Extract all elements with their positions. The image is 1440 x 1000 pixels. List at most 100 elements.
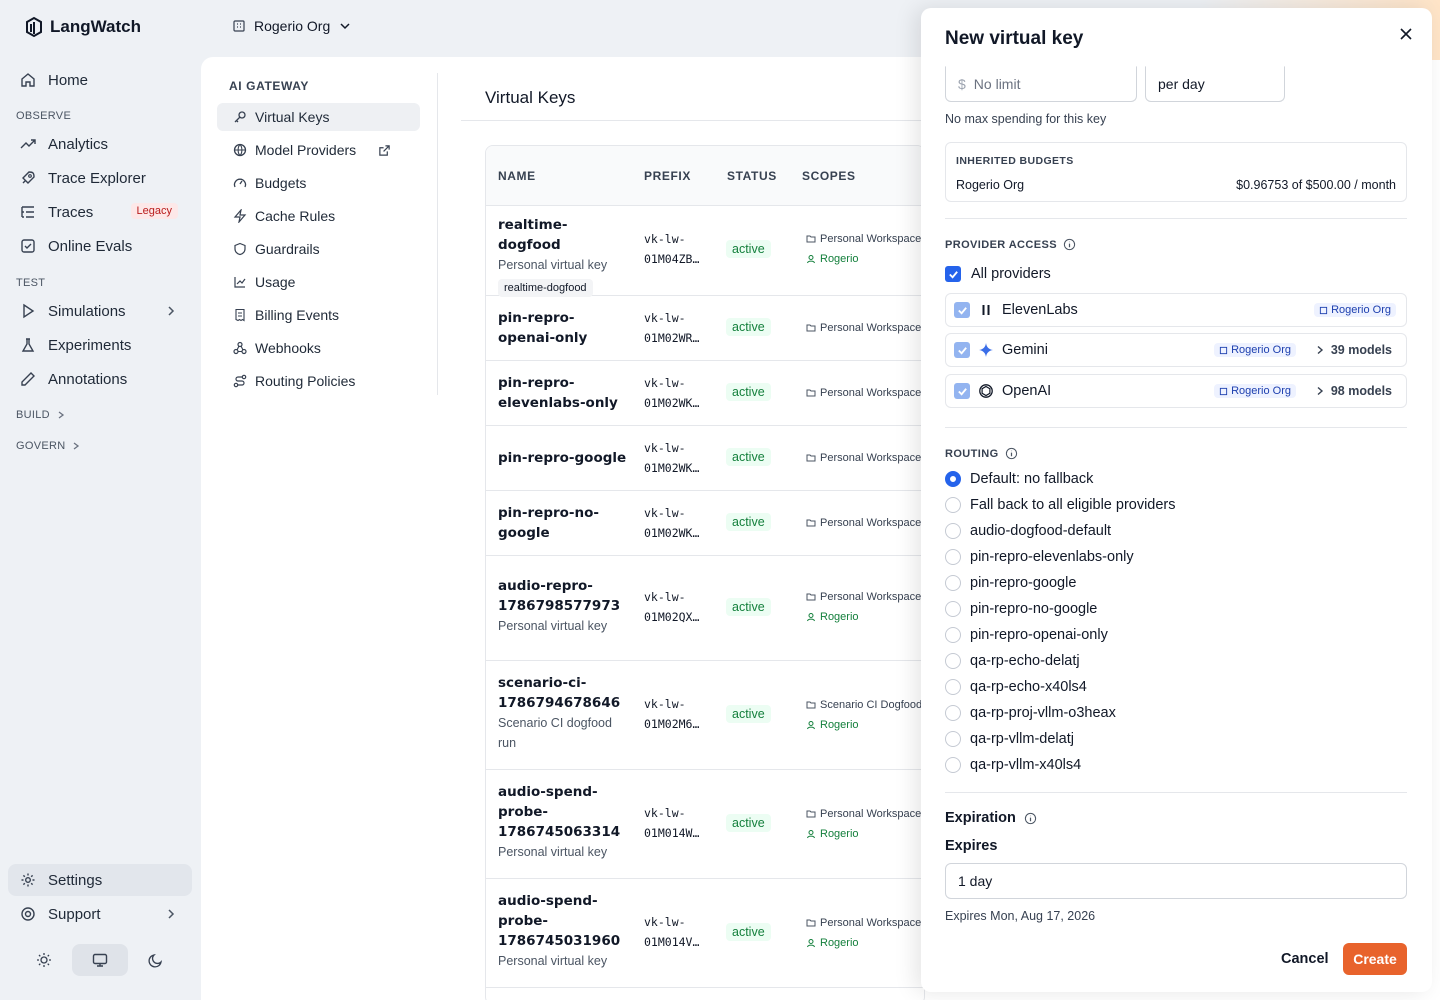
- subnav-routing-policies[interactable]: Routing Policies: [217, 367, 420, 395]
- subnav-billing-events[interactable]: Billing Events: [217, 301, 420, 329]
- close-icon[interactable]: [1398, 26, 1414, 42]
- table-row[interactable]: pin-repro-elevenlabs-only vk-lw- 01M02WK……: [486, 361, 924, 426]
- key-name: audio-spend-probe-1786745031960 Personal …: [498, 891, 628, 971]
- budget-period-select[interactable]: per day: [1145, 66, 1285, 102]
- nav-support[interactable]: Support: [8, 898, 192, 930]
- routing-option[interactable]: qa-rp-echo-delatj: [945, 653, 1080, 669]
- col-status[interactable]: STATUS: [727, 146, 777, 206]
- col-prefix[interactable]: PREFIX: [644, 146, 691, 206]
- table-row[interactable]: pin-repro-no-google vk-lw- 01M02WK… activ…: [486, 491, 924, 556]
- key-scopes: Personal Workspace: [806, 318, 924, 338]
- scope-project-label: Personal Workspace: [820, 808, 922, 820]
- provider-row-openai[interactable]: OpenAI Rogerio Org 98 models: [945, 374, 1407, 408]
- chevron-right-icon: [74, 442, 80, 450]
- nav-online-evals[interactable]: Online Evals: [8, 230, 192, 262]
- radio: [945, 497, 961, 513]
- section-test: TEST: [16, 277, 46, 289]
- route-icon: [233, 374, 247, 388]
- table-row[interactable]: scenario-ci-1786794678646 Scenario CI dog…: [486, 661, 924, 770]
- inherited-amount: $0.96753 of $500.00 / month: [1236, 178, 1396, 192]
- routing-option[interactable]: pin-repro-google: [945, 575, 1076, 591]
- theme-system-button[interactable]: [72, 944, 128, 976]
- nav-support-label: Support: [48, 905, 101, 923]
- nav-settings[interactable]: Settings: [8, 864, 192, 896]
- budget-amount-input[interactable]: $ No limit: [945, 66, 1137, 102]
- col-name[interactable]: NAME: [498, 146, 536, 206]
- nav-analytics[interactable]: Analytics: [8, 128, 192, 160]
- subnav-virtual-keys[interactable]: Virtual Keys: [217, 103, 420, 131]
- table-row[interactable]: pin-repro-openai-only vk-lw- 01M02WR… act…: [486, 296, 924, 361]
- col-scopes[interactable]: SCOPES: [802, 146, 856, 206]
- cancel-button[interactable]: Cancel: [1273, 943, 1337, 975]
- provider-row-gemini[interactable]: Gemini Rogerio Org 39 models: [945, 333, 1407, 367]
- routing-option[interactable]: qa-rp-vllm-delatj: [945, 731, 1074, 747]
- scope-user: Rogerio: [806, 249, 924, 269]
- table-row[interactable]: audio-spend-probe-1786745031960 Personal …: [486, 879, 924, 988]
- table-header: [486, 146, 924, 206]
- divider: [945, 427, 1407, 428]
- prefix-line-1: vk-lw-: [644, 915, 686, 929]
- scope-user-label: Rogerio: [820, 719, 859, 731]
- theme-dark-button[interactable]: [128, 944, 184, 976]
- create-button[interactable]: Create: [1343, 943, 1407, 975]
- scope-project: Personal Workspace: [806, 804, 924, 824]
- routing-option[interactable]: pin-repro-no-google: [945, 601, 1097, 617]
- nav-simulations[interactable]: Simulations: [8, 295, 192, 327]
- info-icon[interactable]: [1024, 812, 1037, 825]
- building-icon: [1219, 346, 1228, 354]
- routing-option[interactable]: pin-repro-openai-only: [945, 627, 1108, 643]
- subnav-cache-rules[interactable]: Cache Rules: [217, 202, 420, 230]
- routing-option[interactable]: qa-rp-echo-x40ls4: [945, 679, 1087, 695]
- nav-annotations[interactable]: Annotations: [8, 363, 192, 395]
- routing-option-label: Fall back to all eligible providers: [970, 497, 1176, 513]
- divider: [945, 792, 1407, 793]
- status-badge: active: [726, 513, 771, 531]
- nav-home[interactable]: Home: [8, 64, 192, 96]
- org-switcher[interactable]: Rogerio Org: [232, 18, 352, 34]
- section-govern[interactable]: GOVERN: [16, 440, 81, 452]
- nav-traces[interactable]: Traces Legacy: [8, 196, 192, 228]
- info-icon[interactable]: [1005, 447, 1018, 460]
- table-row[interactable]: realtime-dogfood Personal virtual key real…: [486, 206, 924, 297]
- subnav-webhooks[interactable]: Webhooks: [217, 334, 420, 362]
- routing-option[interactable]: Fall back to all eligible providers: [945, 497, 1176, 513]
- routing-option[interactable]: audio-dogfood-default: [945, 523, 1111, 539]
- table-row[interactable]: audio-repro-1786798577973 Personal virtua…: [486, 556, 924, 661]
- routing-option[interactable]: Default: no fallback: [945, 471, 1093, 487]
- all-providers-checkbox[interactable]: All providers: [945, 266, 1051, 282]
- rocket-icon: [22, 171, 35, 184]
- scope-project: Personal Workspace: [806, 587, 924, 607]
- external-link-icon: [379, 144, 390, 156]
- app-logo[interactable]: LangWatch: [24, 16, 141, 38]
- scope-project-label: Personal Workspace: [820, 517, 922, 529]
- models-expander[interactable]: 98 models: [1315, 384, 1392, 398]
- table-row[interactable]: audio-spend-probe-1786745063314 Personal …: [486, 770, 924, 879]
- key-name: scenario-ci-1786794678646 Scenario CI dog…: [498, 673, 628, 753]
- prefix-line-1: vk-lw-: [644, 590, 686, 604]
- subnav-guardrails[interactable]: Guardrails: [217, 235, 420, 263]
- subnav-usage[interactable]: Usage: [217, 268, 420, 296]
- prefix-line-1: vk-lw-: [644, 697, 686, 711]
- nav-online-evals-label: Online Evals: [48, 237, 133, 255]
- section-govern-label: GOVERN: [16, 440, 66, 452]
- models-expander[interactable]: 39 models: [1315, 343, 1392, 357]
- nav-experiments[interactable]: Experiments: [8, 329, 192, 361]
- provider-name: OpenAI: [1002, 383, 1052, 399]
- section-build[interactable]: BUILD: [16, 409, 66, 421]
- table-row[interactable]: pin-repro-google vk-lw- 01M02WK… active P…: [486, 426, 924, 491]
- routing-option-label: qa-rp-echo-x40ls4: [970, 679, 1087, 695]
- monitor-icon: [92, 953, 108, 967]
- routing-option[interactable]: qa-rp-proj-vllm-o3heax: [945, 705, 1116, 721]
- provider-row-elevenlabs[interactable]: ElevenLabs Rogerio Org: [945, 293, 1407, 327]
- expiration-label: Expiration: [945, 810, 1037, 826]
- expires-input[interactable]: 1 day: [945, 863, 1407, 899]
- key-scopes: Personal Workspace: [806, 448, 924, 468]
- info-icon[interactable]: [1063, 238, 1076, 251]
- subnav-model-providers[interactable]: Model Providers: [217, 136, 420, 164]
- nav-trace-explorer[interactable]: Trace Explorer: [8, 162, 192, 194]
- routing-option[interactable]: pin-repro-elevenlabs-only: [945, 549, 1134, 565]
- theme-light-button[interactable]: [16, 944, 72, 976]
- routing-option[interactable]: qa-rp-vllm-x40ls4: [945, 757, 1081, 773]
- subnav-budgets[interactable]: Budgets: [217, 169, 420, 197]
- checkbox-checked: [954, 302, 970, 318]
